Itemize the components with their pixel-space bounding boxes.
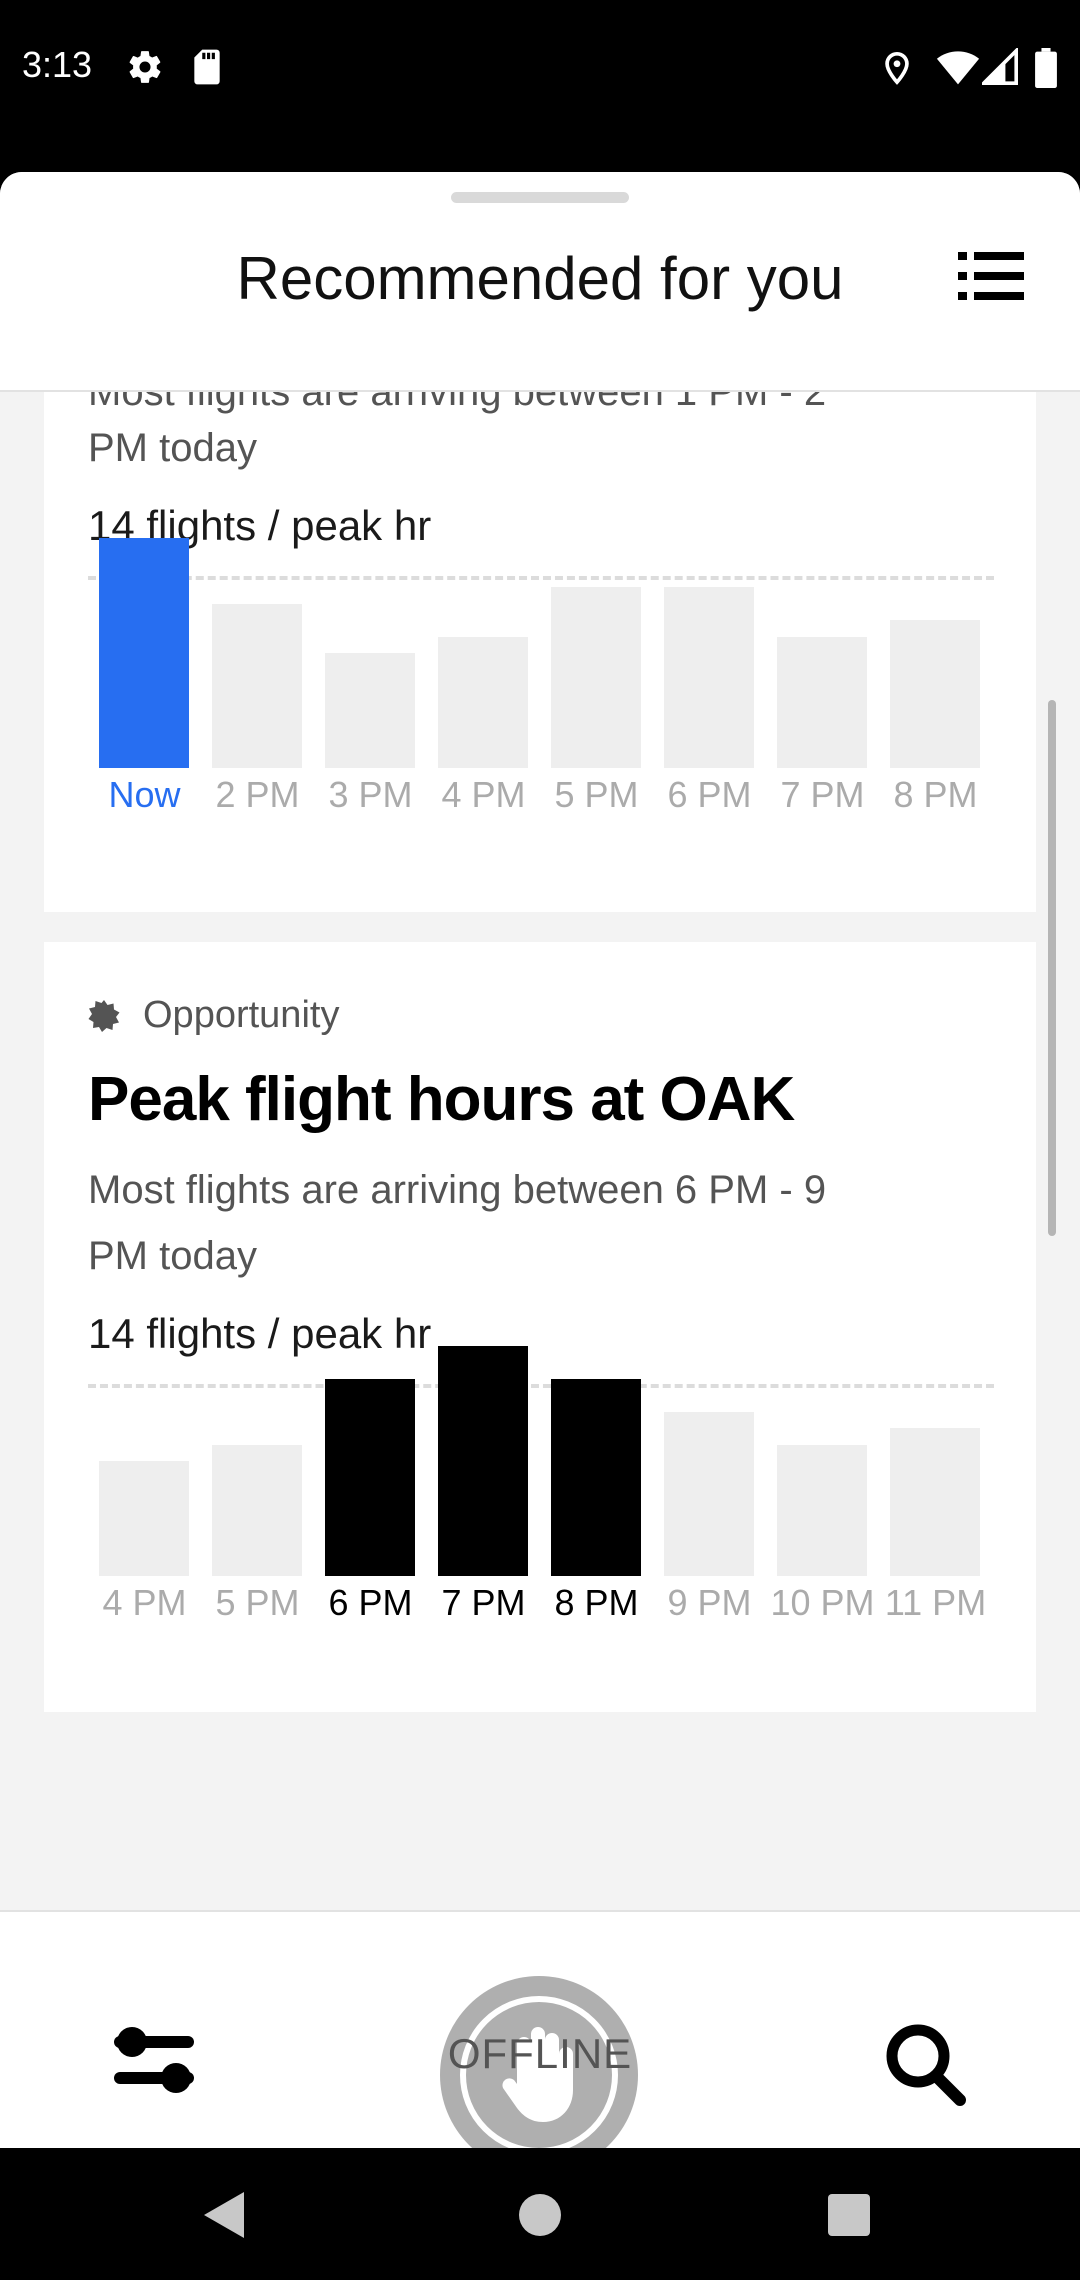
chart-tick-label: 8 PM — [893, 774, 978, 815]
chart-tick-label: 10 PM — [770, 1582, 875, 1623]
peak-flights-text: 14 flights / peak hr — [88, 1310, 432, 1357]
list-icon[interactable] — [958, 250, 1024, 302]
flight-card-2[interactable]: Opportunity Peak flight hours at OAK Mos… — [44, 942, 1036, 1712]
peak-line — [88, 1384, 994, 1388]
chart-tick-label: Now — [108, 774, 181, 815]
chart-bar — [664, 587, 754, 768]
card-title: Peak flight hours at OAK — [88, 1065, 795, 1134]
chart-bar — [212, 1445, 302, 1576]
scrollbar[interactable] — [1048, 700, 1056, 1236]
chart-tick-label: 7 PM — [780, 774, 865, 815]
chart-bar — [890, 620, 980, 768]
card-description-line2: PM today — [88, 1234, 257, 1278]
chart-tick-label: 4 PM — [102, 1582, 187, 1623]
recents-icon[interactable] — [828, 2194, 870, 2236]
card-description-clipped: Most flights are arriving between 1 PM -… — [88, 392, 827, 414]
back-icon[interactable] — [204, 2192, 246, 2238]
chart-bar — [551, 587, 641, 768]
chart-tick-label: 2 PM — [215, 774, 300, 815]
offline-label: OFFLINE — [447, 2030, 633, 2077]
chart-tick-label: 5 PM — [215, 1582, 300, 1623]
chart-bar — [99, 538, 189, 768]
recommendations-list[interactable]: Most flights are arriving between 1 PM -… — [0, 392, 1080, 1910]
chart-tick-label: 3 PM — [328, 774, 413, 815]
chart-bar — [777, 637, 867, 768]
chart-bar — [325, 1379, 415, 1576]
chart-tick-label: 6 PM — [328, 1582, 413, 1623]
chart-bar — [664, 1412, 754, 1576]
drag-handle[interactable] — [451, 192, 629, 203]
status-time: 3:13 — [22, 44, 93, 85]
flight-card-1[interactable]: Most flights are arriving between 1 PM -… — [44, 392, 1036, 912]
chart-bar — [438, 637, 528, 768]
sheet-header: Recommended for you — [0, 172, 1080, 392]
chart-tick-label: 9 PM — [667, 1582, 752, 1623]
status-bar: 3:13 — [0, 0, 1080, 170]
card-description-line2: PM today — [88, 426, 257, 470]
chart-tick-label: 6 PM — [667, 774, 752, 815]
chart-tick-label: 7 PM — [441, 1582, 526, 1623]
signal-icon — [982, 48, 1018, 85]
badge-burst-icon — [88, 1000, 120, 1032]
chart-bar — [890, 1428, 980, 1576]
home-icon[interactable] — [519, 2194, 561, 2236]
chart-bar — [325, 653, 415, 768]
flight-chart-1: Now 2 PM 3 PM 4 PM 5 PM 6 PM 7 PM 8 PM — [88, 538, 994, 816]
sd-card-icon — [194, 49, 220, 85]
bottom-sheet: Recommended for you Most flights are arr… — [0, 172, 1080, 2148]
chart-tick-label: 8 PM — [554, 1582, 639, 1623]
chart-bar — [99, 1461, 189, 1576]
opportunity-badge: Opportunity — [143, 994, 340, 1036]
chart-bar — [438, 1346, 528, 1576]
chart-bar — [551, 1379, 641, 1576]
flight-chart-2: 4 PM 5 PM 6 PM 7 PM 8 PM 9 PM 10 PM 11 PM — [88, 1346, 994, 1624]
chart-tick-label: 5 PM — [554, 774, 639, 815]
chart-bar — [777, 1445, 867, 1576]
settings-icon — [129, 51, 161, 83]
battery-icon — [1035, 48, 1057, 88]
chart-tick-label: 4 PM — [441, 774, 526, 815]
chart-bar — [212, 604, 302, 768]
chart-tick-label: 11 PM — [884, 1582, 987, 1623]
sheet-title: Recommended for you — [236, 245, 844, 312]
card-description-line1: Most flights are arriving between 6 PM -… — [88, 1168, 827, 1212]
location-icon — [885, 51, 909, 85]
system-nav-bar — [0, 2148, 1080, 2280]
peak-line — [88, 576, 994, 580]
wifi-icon — [936, 51, 980, 85]
